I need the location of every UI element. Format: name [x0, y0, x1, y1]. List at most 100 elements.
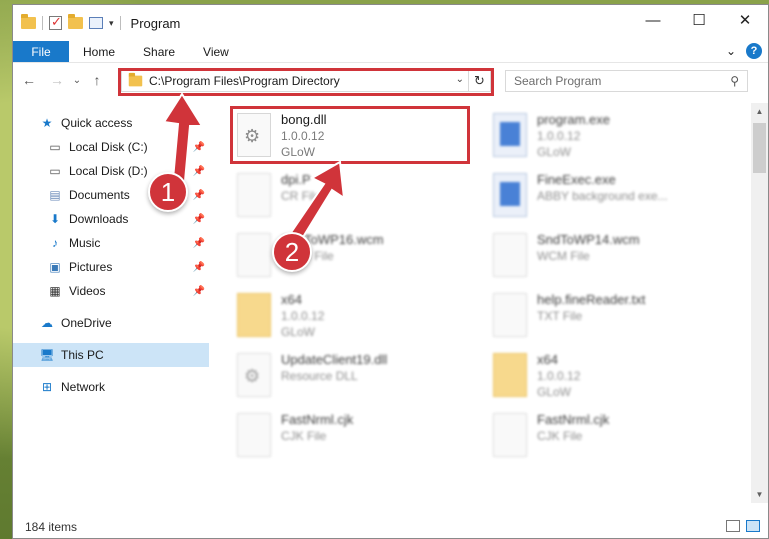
folder-icon: [237, 293, 271, 337]
sidebar-item-label: Downloads: [69, 212, 129, 226]
file-tile[interactable]: FastNrml.cjk CJK File: [237, 409, 477, 463]
ribbon-right: ⌄ ?: [726, 43, 762, 59]
file-tile[interactable]: help.fineReader.txt TXT File: [493, 289, 733, 343]
drive-icon: ▭: [49, 140, 61, 154]
search-icon[interactable]: ⚲: [730, 74, 739, 88]
pin-icon[interactable]: 📌: [193, 286, 205, 297]
window-controls: — ☐ ✕: [630, 5, 768, 35]
file-type: CJK File: [537, 429, 583, 443]
quick-access-toolbar: ▾: [21, 14, 121, 30]
properties-check-icon[interactable]: [49, 14, 62, 30]
file-icon: [237, 413, 271, 457]
file-version: 1.0.0.12: [537, 369, 581, 383]
sidebar-item-label: OneDrive: [61, 316, 112, 330]
sidebar-item-network[interactable]: ⊞ Network: [13, 375, 209, 399]
pin-icon[interactable]: 📌: [193, 214, 205, 225]
music-icon: ♪: [52, 236, 58, 250]
file-meta: x64 1.0.0.12 GLoW: [537, 349, 580, 403]
sidebar-item-label: Quick access: [61, 116, 133, 130]
star-icon: ★: [41, 116, 53, 130]
details-view-icon[interactable]: [726, 520, 740, 532]
file-name: help.fineReader.txt: [537, 292, 646, 307]
file-tile[interactable]: program.exe 1.0.0.12 GLoW: [493, 109, 733, 163]
tab-file[interactable]: File: [13, 41, 69, 62]
sidebar-item-label: Documents: [69, 188, 130, 202]
file-name: FastNrml.cjk: [537, 412, 610, 427]
sidebar-item-videos[interactable]: ▦ Videos 📌: [13, 279, 209, 303]
vertical-scrollbar[interactable]: ▲ ▼: [751, 103, 768, 503]
maximize-button[interactable]: ☐: [676, 5, 722, 35]
folder-icon: [493, 353, 527, 397]
file-meta: program.exe 1.0.0.12 GLoW: [537, 109, 610, 163]
exe-file-icon: [493, 173, 527, 217]
up-button[interactable]: ↑: [87, 72, 107, 88]
file-tile[interactable]: x64 1.0.0.12 GLoW: [237, 289, 477, 343]
exe-file-icon: [493, 113, 527, 157]
tab-share[interactable]: Share: [129, 41, 189, 62]
pc-icon: 🖥: [39, 348, 55, 362]
step2-badge: 2: [272, 232, 312, 272]
large-icons-view-icon[interactable]: [746, 520, 760, 532]
properties-icon[interactable]: [89, 17, 103, 29]
forward-button[interactable]: →: [47, 72, 67, 88]
search-input[interactable]: [514, 74, 714, 88]
file-name: FastNrml.cjk: [281, 412, 354, 427]
search-box[interactable]: ⚲: [505, 70, 748, 92]
sidebar-item-pictures[interactable]: ▣ Pictures 📌: [13, 255, 209, 279]
toolbar-divider: [42, 16, 43, 30]
file-name: x64: [537, 352, 558, 367]
text-file-icon: [493, 293, 527, 337]
file-type: Resource DLL: [281, 369, 358, 383]
sidebar-item-onedrive[interactable]: ☁ OneDrive: [13, 311, 209, 335]
expand-ribbon-chevron-icon[interactable]: ⌄: [726, 44, 736, 58]
sidebar-item-this-pc[interactable]: 🖥 This PC: [13, 343, 209, 367]
ribbon-tabs: File Home Share View ⌄ ?: [13, 41, 768, 63]
file-name: x64: [281, 292, 302, 307]
file-type: TXT File: [537, 309, 583, 323]
close-button[interactable]: ✕: [722, 5, 768, 35]
file-icon: [237, 173, 271, 217]
toolbar-divider: [119, 16, 121, 30]
file-meta: help.fineReader.txt TXT File: [537, 289, 645, 343]
file-name: SndToWP14.wcm: [537, 232, 640, 247]
pictures-icon: ▣: [49, 260, 61, 274]
minimize-button[interactable]: —: [630, 5, 676, 35]
file-meta: FastNrml.cjk CJK File: [281, 409, 353, 463]
file-icon: [493, 413, 527, 457]
sidebar-item-music[interactable]: ♪ Music 📌: [13, 231, 209, 255]
recent-locations-chevron-icon[interactable]: ⌄: [67, 75, 87, 86]
sidebar-item-downloads[interactable]: ⬇ Downloads 📌: [13, 207, 209, 231]
file-company: GLoW: [537, 145, 572, 159]
file-type: WCM File: [537, 249, 590, 263]
file-tile[interactable]: x64 1.0.0.12 GLoW: [493, 349, 733, 403]
file-tile[interactable]: SndToWP14.wcm WCM File: [493, 229, 733, 283]
back-button[interactable]: ←: [19, 72, 39, 88]
pin-icon[interactable]: 📌: [193, 262, 205, 273]
file-name: program.exe: [537, 112, 610, 127]
help-icon[interactable]: ?: [746, 43, 762, 59]
scroll-down-icon[interactable]: ▼: [751, 486, 768, 503]
tab-view[interactable]: View: [189, 41, 243, 62]
network-icon: ⊞: [41, 380, 53, 394]
item-count: 184 items: [25, 520, 78, 534]
file-tile[interactable]: dpi.P CR File: [237, 169, 477, 223]
tab-home[interactable]: Home: [69, 41, 129, 62]
sidebar-item-label: Music: [69, 236, 101, 250]
pin-icon[interactable]: 📌: [193, 238, 205, 249]
sidebar-item-label: Local Disk (D:): [69, 164, 148, 178]
customize-toolbar-chevron-icon[interactable]: ▾: [109, 18, 114, 29]
file-tile[interactable]: FineExec.exe ABBY background exe...: [493, 169, 733, 223]
window-title: Program: [130, 15, 181, 31]
scroll-thumb[interactable]: [753, 123, 766, 173]
status-bar: 184 items: [13, 516, 768, 538]
sidebar-item-label: Pictures: [69, 260, 113, 274]
file-tile[interactable]: UpdateClient19.dll Resource DLL: [237, 349, 477, 403]
file-meta: FineExec.exe ABBY background exe...: [537, 169, 668, 223]
scroll-up-icon[interactable]: ▲: [751, 103, 768, 120]
new-folder-icon[interactable]: [68, 14, 83, 29]
file-tile[interactable]: FastNrml.cjk CJK File: [493, 409, 733, 463]
title-bar: ▾ Program — ☐ ✕: [13, 5, 768, 41]
